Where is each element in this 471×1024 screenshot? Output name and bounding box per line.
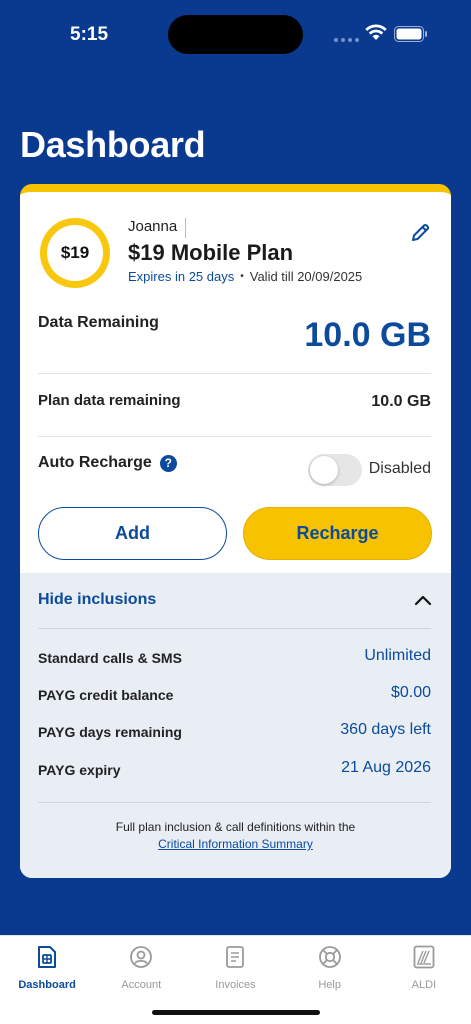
tab-label: Invoices <box>215 979 256 991</box>
tab-label: Dashboard <box>18 979 76 991</box>
inclusion-label: PAYG days remaining <box>38 724 182 740</box>
dynamic-island <box>168 15 303 54</box>
expires-in-text: Expires in 25 days <box>128 269 235 284</box>
inclusion-row: PAYG expiry 21 Aug 2026 <box>38 759 431 781</box>
plan-name: $19 Mobile Plan <box>128 240 294 265</box>
data-remaining-value: 10.0 GB <box>304 316 431 354</box>
tab-label: Account <box>121 979 162 991</box>
expiry-separator: • <box>240 271 244 282</box>
auto-recharge-toggle[interactable] <box>308 454 362 486</box>
inclusions-footnote: Full plan inclusion & call definitions w… <box>115 820 356 834</box>
inclusion-value: 360 days left <box>340 721 431 738</box>
auto-recharge-label-text: Auto Recharge <box>38 454 152 471</box>
plan-owner-name: Joanna <box>128 218 187 238</box>
tab-label: ALDI <box>411 979 437 991</box>
cellular-signal-icon <box>334 38 359 42</box>
app-screen: 5:15 Dashboard $19 Joanna $19 Mobile Pla… <box>0 0 471 1024</box>
auto-recharge-label: Auto Recharge ? <box>38 454 177 472</box>
inclusion-label: PAYG credit balance <box>38 687 174 703</box>
lifebuoy-icon <box>317 944 343 970</box>
inclusion-label: Standard calls & SMS <box>38 650 182 666</box>
inclusion-row: Standard calls & SMS Unlimited <box>38 647 431 669</box>
status-bar: 5:15 <box>0 0 471 70</box>
inclusions-panel: Hide inclusions Standard calls & SMS Unl… <box>20 573 451 878</box>
inclusion-label: PAYG expiry <box>38 762 121 778</box>
inclusion-value: $0.00 <box>390 684 431 701</box>
edit-pencil-icon[interactable] <box>409 222 431 244</box>
battery-icon <box>394 26 427 42</box>
plan-price-badge: $19 <box>40 218 110 288</box>
plan-price-badge-text: $19 <box>47 225 103 281</box>
sim-card-icon <box>34 944 60 970</box>
hide-inclusions-toggle[interactable]: Hide inclusions <box>38 591 156 609</box>
home-indicator[interactable] <box>152 1010 320 1015</box>
divider <box>38 373 431 374</box>
aldi-logo-icon <box>411 944 437 970</box>
inclusion-value: Unlimited <box>364 647 431 664</box>
critical-information-summary-link[interactable]: Critical Information Summary <box>20 837 451 851</box>
status-time: 5:15 <box>70 24 109 45</box>
plan-data-remaining-label: Plan data remaining <box>38 392 181 409</box>
add-button[interactable]: Add <box>38 507 227 560</box>
document-icon <box>222 944 248 970</box>
toggle-knob <box>310 456 338 484</box>
plan-expiry-line: Expires in 25 days • Valid till 20/09/20… <box>128 269 362 284</box>
valid-till-text: Valid till 20/09/2025 <box>249 269 363 284</box>
page-title: Dashboard <box>20 124 206 165</box>
tab-dashboard[interactable]: Dashboard <box>0 936 94 1024</box>
plan-data-remaining-value: 10.0 GB <box>371 393 431 410</box>
data-remaining-label: Data Remaining <box>38 314 159 331</box>
chevron-up-icon[interactable] <box>413 593 433 607</box>
inclusion-row: PAYG credit balance $0.00 <box>38 684 431 706</box>
divider <box>38 802 431 803</box>
inclusion-row: PAYG days remaining 360 days left <box>38 721 431 743</box>
help-question-icon[interactable]: ? <box>159 454 177 472</box>
tab-aldi[interactable]: ALDI <box>377 936 471 1024</box>
plan-card: $19 Joanna $19 Mobile Plan Expires in 25… <box>20 184 451 878</box>
wifi-icon <box>365 24 387 40</box>
person-icon <box>128 944 154 970</box>
inclusion-value: 21 Aug 2026 <box>341 759 431 776</box>
recharge-button[interactable]: Recharge <box>243 507 432 560</box>
tab-label: Help <box>318 979 341 991</box>
auto-recharge-state: Disabled <box>368 460 431 477</box>
divider <box>38 436 431 437</box>
divider <box>38 628 431 629</box>
